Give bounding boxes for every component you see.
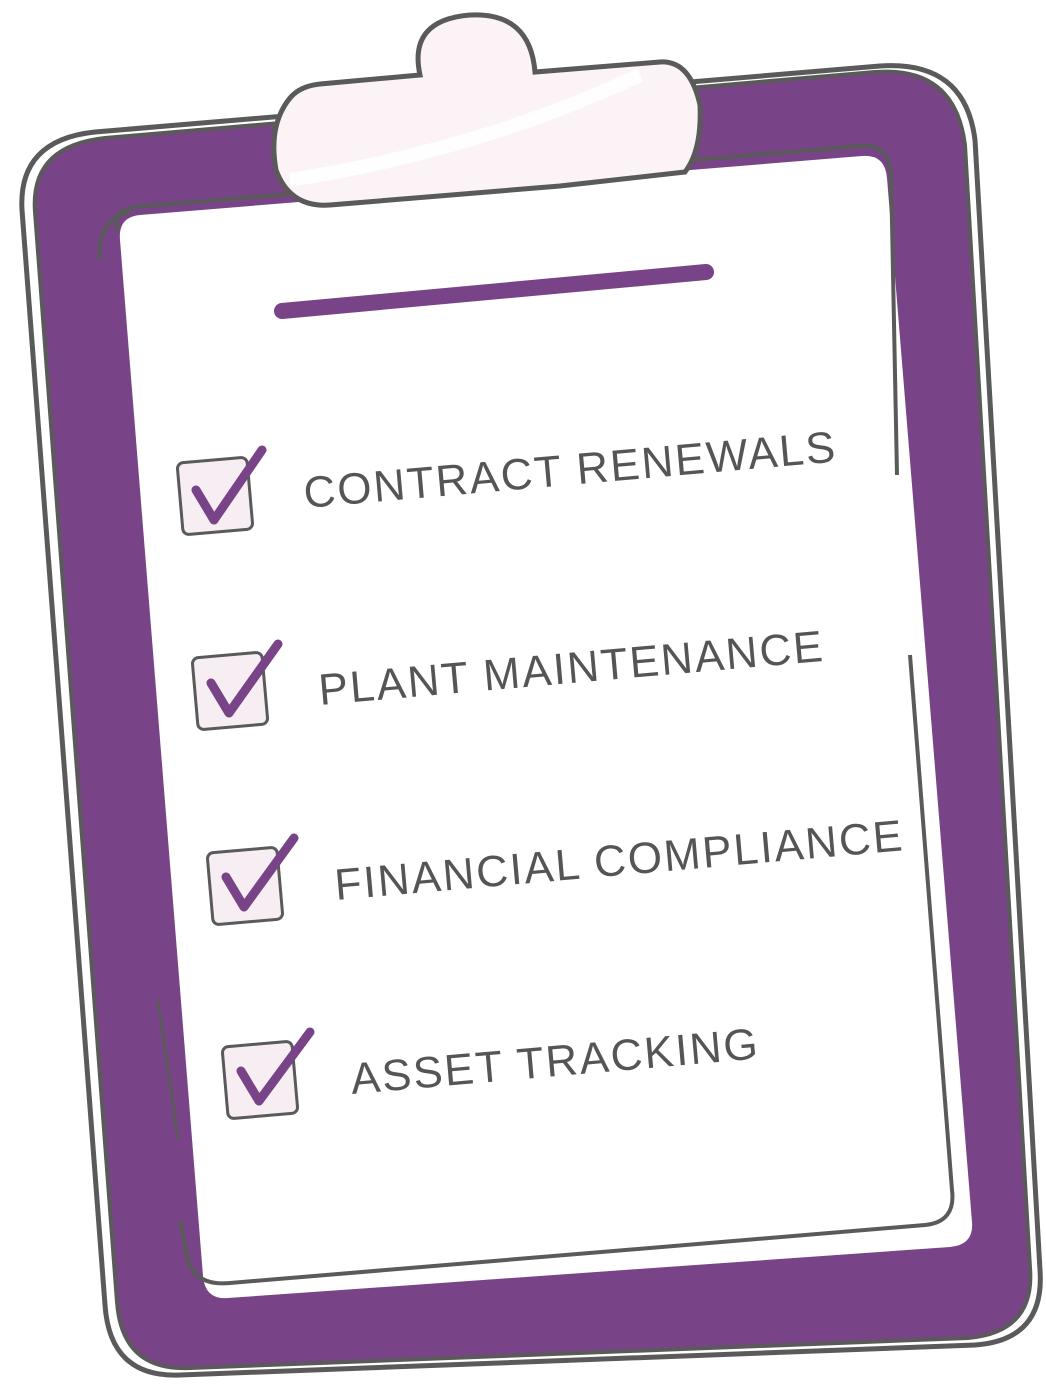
clipboard-illustration: CONTRACT RENEWALS PLANT MAINTENANCE FINA… xyxy=(19,12,1043,1378)
checkbox[interactable] xyxy=(205,846,285,926)
checkbox[interactable] xyxy=(220,1040,300,1120)
checkbox[interactable] xyxy=(190,651,270,731)
clipboard-clip xyxy=(271,12,703,208)
